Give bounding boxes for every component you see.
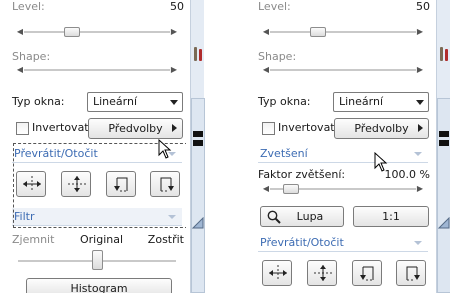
slider-left-arrow-icon[interactable]: ◀: [16, 26, 24, 38]
presets-button-label: Předvolby: [108, 122, 163, 135]
zoom-section-header[interactable]: Zvetšení: [258, 145, 428, 163]
window-type-dropdown[interactable]: Lineární: [87, 92, 183, 112]
flip-rotate-section-header[interactable]: Převrátit/Otočit: [258, 234, 428, 252]
slider-right-arrow-icon[interactable]: ▶: [170, 64, 178, 76]
slider-track: [270, 31, 416, 33]
histogram-button[interactable]: Histogram: [26, 278, 172, 293]
sharpen-soften-label: Zjemnit: [12, 233, 55, 246]
grid-view-icon[interactable]: [439, 131, 449, 137]
filter-slider[interactable]: [16, 250, 178, 272]
level-slider[interactable]: ◀ ▶: [16, 26, 178, 38]
chevron-right-icon: [418, 124, 423, 132]
shape-slider[interactable]: ◀ ▶: [16, 64, 178, 76]
slider-track: [24, 31, 170, 33]
one-to-one-button-label: 1:1: [382, 210, 400, 223]
mouse-pointer-icon: [374, 152, 388, 172]
presets-button-label: Předvolby: [354, 122, 409, 135]
right-side-toolbar: [436, 0, 450, 293]
presets-button[interactable]: Předvolby: [88, 118, 183, 139]
invert-checkbox[interactable]: [16, 122, 29, 135]
slider-left-arrow-icon[interactable]: ◀: [16, 64, 24, 76]
zoom-slider-thumb[interactable]: [283, 184, 299, 194]
level-slider[interactable]: ◀ ▶: [262, 26, 424, 38]
histogram-button-label: Histogram: [70, 282, 128, 293]
magnifier-button[interactable]: Lupa: [260, 206, 344, 227]
rotate-left-icon: [360, 266, 374, 281]
collapse-chevron-icon: [414, 241, 422, 245]
grid-view-icon-lower[interactable]: [439, 140, 449, 146]
rotate-left-button[interactable]: [352, 260, 382, 286]
slider-left-arrow-icon[interactable]: ◀: [262, 64, 270, 76]
filter-slider-thumb[interactable]: [92, 250, 103, 270]
chevron-down-icon: [416, 100, 424, 105]
sharpen-label: Zostřit: [147, 233, 184, 246]
collapse-chevron-icon: [414, 152, 422, 156]
slider-right-arrow-icon[interactable]: ▶: [416, 26, 424, 38]
left-side-toolbar: [190, 0, 205, 293]
window-type-label: Typ okna:: [12, 95, 65, 108]
grid-view-icon[interactable]: [193, 131, 203, 137]
slider-track: [24, 69, 170, 71]
presets-button[interactable]: Předvolby: [334, 118, 429, 139]
level-value: 50: [416, 0, 430, 13]
window-type-selected: Lineární: [339, 95, 384, 108]
shape-label: Shape:: [12, 50, 51, 63]
one-to-one-button[interactable]: 1:1: [353, 206, 429, 227]
level-value: 50: [170, 0, 184, 13]
left-panel: Level: 50 ◀ ▶ Shape: ◀ ▶ Typ okna: Lineá…: [10, 0, 186, 293]
flip-horizontal-button[interactable]: [262, 260, 292, 286]
shape-label: Shape:: [258, 50, 297, 63]
level-label: Level:: [258, 0, 291, 13]
zoom-title: Zvetšení: [260, 147, 308, 160]
grid-view-icon-lower[interactable]: [193, 140, 203, 146]
magnifier-icon: [267, 210, 281, 224]
flip-rotate-title: Převrátit/Otočit: [260, 236, 344, 249]
rotate-right-icon: [406, 266, 420, 281]
original-label: Original: [80, 233, 124, 246]
tools-icon[interactable]: [439, 46, 449, 62]
graph-icon[interactable]: [438, 217, 450, 229]
slider-track: [270, 69, 416, 71]
zoom-factor-value: 100.0 %: [384, 168, 430, 181]
rotate-right-button[interactable]: [396, 260, 426, 286]
slider-right-arrow-icon[interactable]: ▶: [416, 183, 424, 195]
zoom-slider[interactable]: ◀ ▶: [262, 183, 424, 195]
level-slider-thumb[interactable]: [64, 27, 80, 37]
level-slider-thumb[interactable]: [310, 27, 326, 37]
mouse-pointer-icon: [158, 139, 172, 159]
window-type-dropdown[interactable]: Lineární: [333, 92, 429, 112]
invert-checkbox[interactable]: [262, 122, 275, 135]
slider-right-arrow-icon[interactable]: ▶: [416, 64, 424, 76]
zoom-factor-label: Faktor zvětšení:: [258, 168, 346, 181]
slider-left-arrow-icon[interactable]: ◀: [262, 26, 270, 38]
chevron-down-icon: [170, 100, 178, 105]
flip-vertical-button[interactable]: [307, 260, 337, 286]
flip-vertical-icon: [314, 265, 332, 281]
flip-horizontal-icon: [269, 265, 287, 281]
slider-right-arrow-icon[interactable]: ▶: [170, 26, 178, 38]
chevron-right-icon: [172, 124, 177, 132]
magnifier-button-label: Lupa: [296, 210, 324, 223]
invert-label: Invertovat: [32, 121, 89, 134]
side-toolbar-panel: [437, 98, 450, 293]
window-type-label: Typ okna:: [258, 95, 311, 108]
graph-icon[interactable]: [192, 217, 204, 229]
slider-left-arrow-icon[interactable]: ◀: [262, 183, 270, 195]
invert-label: Invertovat: [278, 121, 335, 134]
tools-icon[interactable]: [193, 46, 203, 62]
level-label: Level:: [12, 0, 45, 13]
window-type-selected: Lineární: [93, 95, 138, 108]
shape-slider[interactable]: ◀ ▶: [262, 64, 424, 76]
side-toolbar-panel: [191, 98, 205, 293]
right-panel: Level: 50 ◀ ▶ Shape: ◀ ▶ Typ okna: Lineá…: [256, 0, 432, 293]
